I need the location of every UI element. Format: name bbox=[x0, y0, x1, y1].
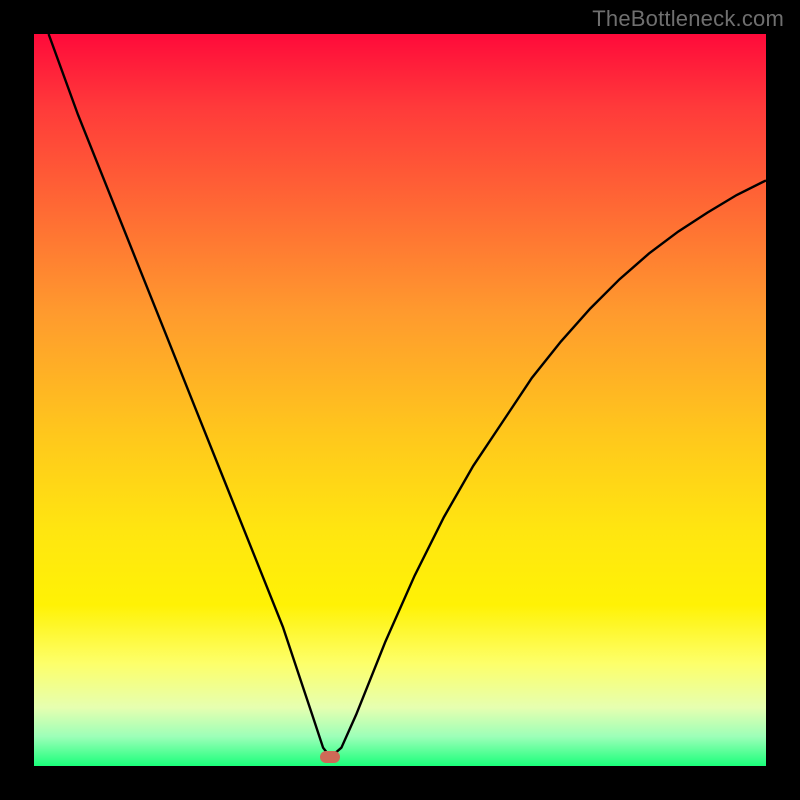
optimal-point-marker bbox=[320, 751, 340, 763]
plot-area bbox=[34, 34, 766, 766]
chart-frame: TheBottleneck.com bbox=[0, 0, 800, 800]
curve-svg bbox=[34, 34, 766, 766]
watermark-text: TheBottleneck.com bbox=[592, 6, 784, 32]
bottleneck-curve bbox=[49, 34, 766, 757]
